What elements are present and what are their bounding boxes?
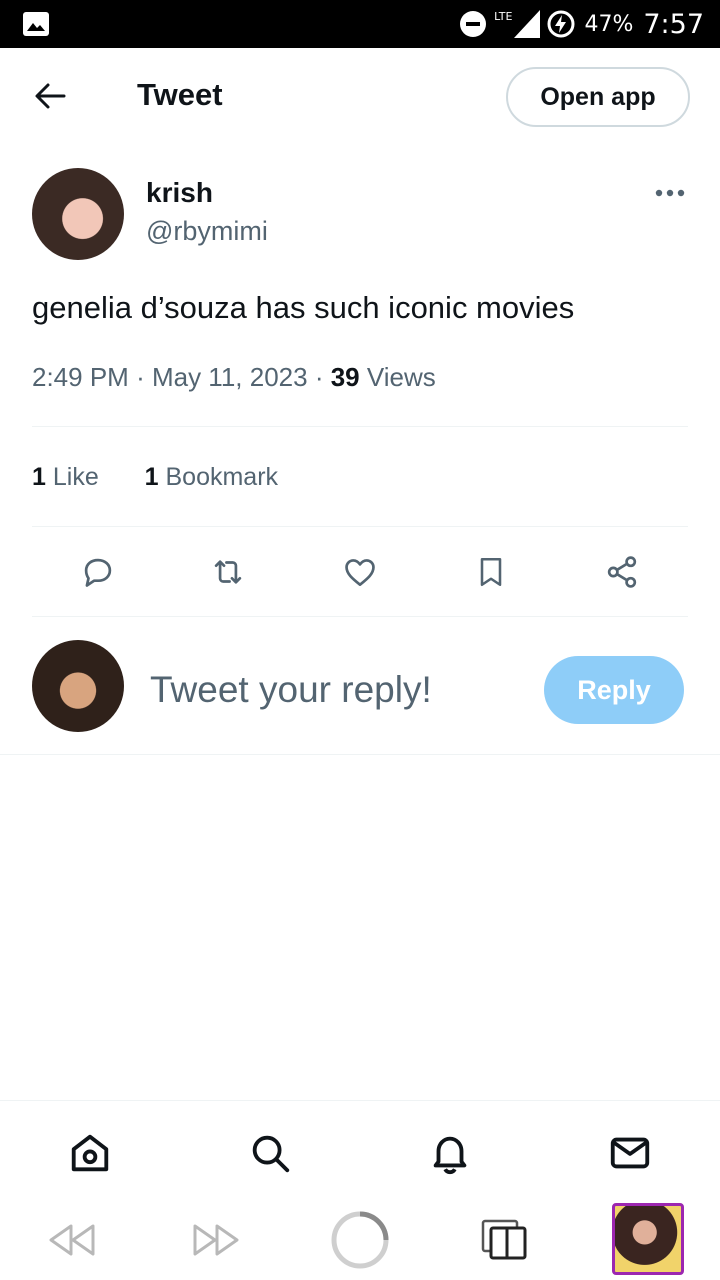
divider — [32, 526, 688, 527]
status-bar: LTE 47% 7:57 — [0, 0, 720, 48]
views-count: 39 — [330, 362, 360, 392]
tabs-button[interactable] — [474, 1210, 534, 1270]
more-icon — [655, 189, 685, 197]
likes-label: Like — [52, 463, 99, 491]
gallery-icon — [23, 12, 49, 36]
notifications-icon — [433, 1136, 467, 1175]
fast-forward-button[interactable] — [186, 1210, 246, 1270]
nav-messages[interactable] — [606, 1129, 654, 1177]
profile-thumbnail[interactable] — [612, 1203, 684, 1275]
signal-icon — [514, 10, 541, 38]
reply-button[interactable]: Reply — [544, 656, 684, 724]
reply-icon — [84, 558, 112, 587]
tweet-stats: 1 Like 1 Bookmark — [32, 463, 278, 492]
tweet-time[interactable]: 2:49 PM — [32, 362, 129, 392]
nav-search[interactable] — [246, 1129, 294, 1177]
bookmark-icon — [480, 557, 502, 587]
tweet-text: genelia d’souza has such iconic movies — [32, 290, 575, 325]
page-title: Tweet — [137, 77, 223, 112]
bookmarks-label: Bookmark — [165, 463, 279, 491]
author-avatar[interactable] — [32, 168, 124, 260]
nav-home[interactable] — [66, 1129, 114, 1177]
more-options-button[interactable] — [652, 180, 688, 206]
bookmarks-stat[interactable]: 1 Bookmark — [145, 463, 278, 491]
loading-indicator — [330, 1210, 390, 1270]
retweet-action-button[interactable] — [204, 548, 252, 596]
open-app-button[interactable]: Open app — [506, 67, 690, 127]
tweet-meta: 2:49 PM · May 11, 2023 · 39 Views — [32, 362, 436, 392]
user-avatar — [32, 640, 124, 732]
tabs-icon — [481, 1219, 527, 1260]
author-handle[interactable]: @rbymimi — [146, 216, 268, 247]
likes-stat[interactable]: 1 Like — [32, 463, 99, 491]
views-label: Views — [366, 362, 436, 392]
divider — [32, 426, 688, 427]
tweet-actions — [32, 548, 688, 596]
tweet-date[interactable]: May 11, 2023 — [152, 362, 308, 392]
rewind-icon — [49, 1224, 95, 1256]
battery-saver-icon — [547, 10, 575, 38]
clock: 7:57 — [643, 8, 704, 40]
like-action-button[interactable] — [336, 548, 384, 596]
messages-icon — [610, 1137, 650, 1169]
loading-icon — [331, 1211, 389, 1269]
likes-count: 1 — [32, 463, 46, 491]
bookmark-action-button[interactable] — [467, 548, 515, 596]
home-icon — [71, 1134, 109, 1172]
back-button[interactable] — [30, 78, 70, 114]
like-icon — [345, 559, 375, 587]
retweet-icon — [214, 560, 242, 584]
bookmarks-count: 1 — [144, 463, 159, 491]
nav-notifications[interactable] — [426, 1129, 474, 1177]
battery-percent: 47% — [584, 11, 634, 37]
network-type: LTE — [494, 9, 513, 23]
rewind-button[interactable] — [42, 1210, 102, 1270]
reply-input[interactable]: Tweet your reply! — [150, 669, 432, 711]
do-not-disturb-icon — [460, 11, 487, 37]
divider — [0, 754, 720, 755]
bottom-navigation — [0, 1100, 720, 1200]
search-icon — [252, 1135, 290, 1173]
fast-forward-icon — [193, 1224, 239, 1256]
back-arrow-icon — [35, 83, 66, 109]
share-action-button[interactable] — [598, 548, 646, 596]
top-header: Tweet Open app — [0, 48, 720, 144]
share-icon — [607, 556, 637, 588]
divider — [32, 616, 688, 617]
author-name[interactable]: krish — [146, 177, 213, 209]
reply-action-button[interactable] — [74, 548, 122, 596]
